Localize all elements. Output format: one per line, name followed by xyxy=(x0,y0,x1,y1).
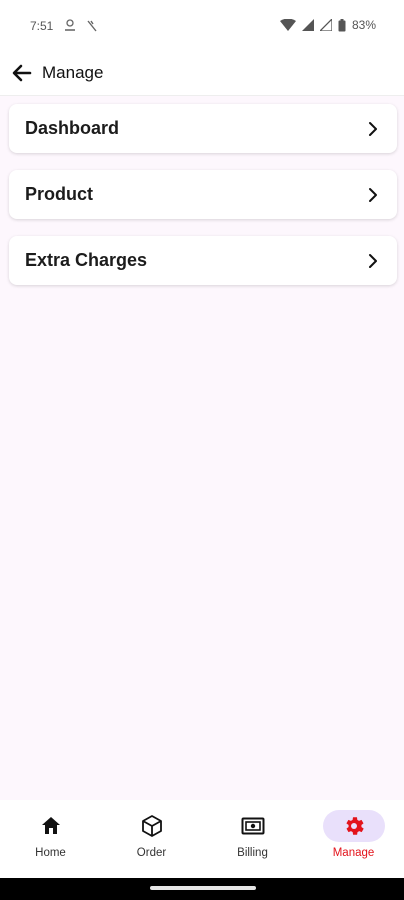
menu-item-product[interactable]: Product xyxy=(9,170,397,219)
wifi-icon xyxy=(279,19,296,31)
home-gesture-handle[interactable] xyxy=(150,886,256,890)
signal-icon xyxy=(301,19,314,31)
status-time: 7:51 xyxy=(30,19,54,33)
no-sim-icon xyxy=(87,20,97,32)
page-title: Manage xyxy=(42,62,104,82)
nav-icon-container xyxy=(121,810,183,842)
chevron-right-icon xyxy=(369,121,377,136)
nav-item-order[interactable]: Order xyxy=(101,800,202,878)
back-button[interactable] xyxy=(11,62,33,84)
nav-item-manage[interactable]: Manage xyxy=(303,800,404,878)
cube-icon xyxy=(141,815,162,837)
nav-item-billing[interactable]: Billing xyxy=(202,800,303,878)
download-icon xyxy=(63,18,77,34)
nav-label: Manage xyxy=(332,847,375,859)
nav-item-home[interactable]: Home xyxy=(0,800,101,878)
chevron-right-icon xyxy=(369,253,377,268)
bottom-nav: Home Order Billing Manage xyxy=(0,800,404,878)
menu-item-label: Extra Charges xyxy=(25,250,148,270)
menu-item-label: Dashboard xyxy=(25,118,120,138)
battery-icon xyxy=(338,18,346,32)
menu-item-extra-charges[interactable]: Extra Charges xyxy=(9,236,397,285)
gear-icon xyxy=(345,817,364,835)
system-gesture-area xyxy=(0,878,404,900)
menu-item-label: Product xyxy=(25,184,94,204)
nav-label: Order xyxy=(136,847,167,859)
nav-icon-container xyxy=(20,810,82,842)
nav-icon-container xyxy=(222,810,284,842)
nav-icon-container xyxy=(322,810,385,842)
billing-icon xyxy=(241,817,264,835)
battery-level: 83% xyxy=(351,18,376,32)
manage-menu-list: Dashboard Product Extra Charges xyxy=(9,104,397,302)
status-bar: 7:51 83% xyxy=(0,0,404,50)
nav-label: Billing xyxy=(237,847,268,859)
arrow-left-icon xyxy=(12,64,32,81)
chevron-right-icon xyxy=(369,187,377,202)
app-bar: Manage xyxy=(0,50,404,96)
signal-secondary-icon xyxy=(319,19,332,31)
menu-item-dashboard[interactable]: Dashboard xyxy=(9,104,397,153)
home-icon xyxy=(41,817,60,834)
nav-label: Home xyxy=(35,847,66,859)
